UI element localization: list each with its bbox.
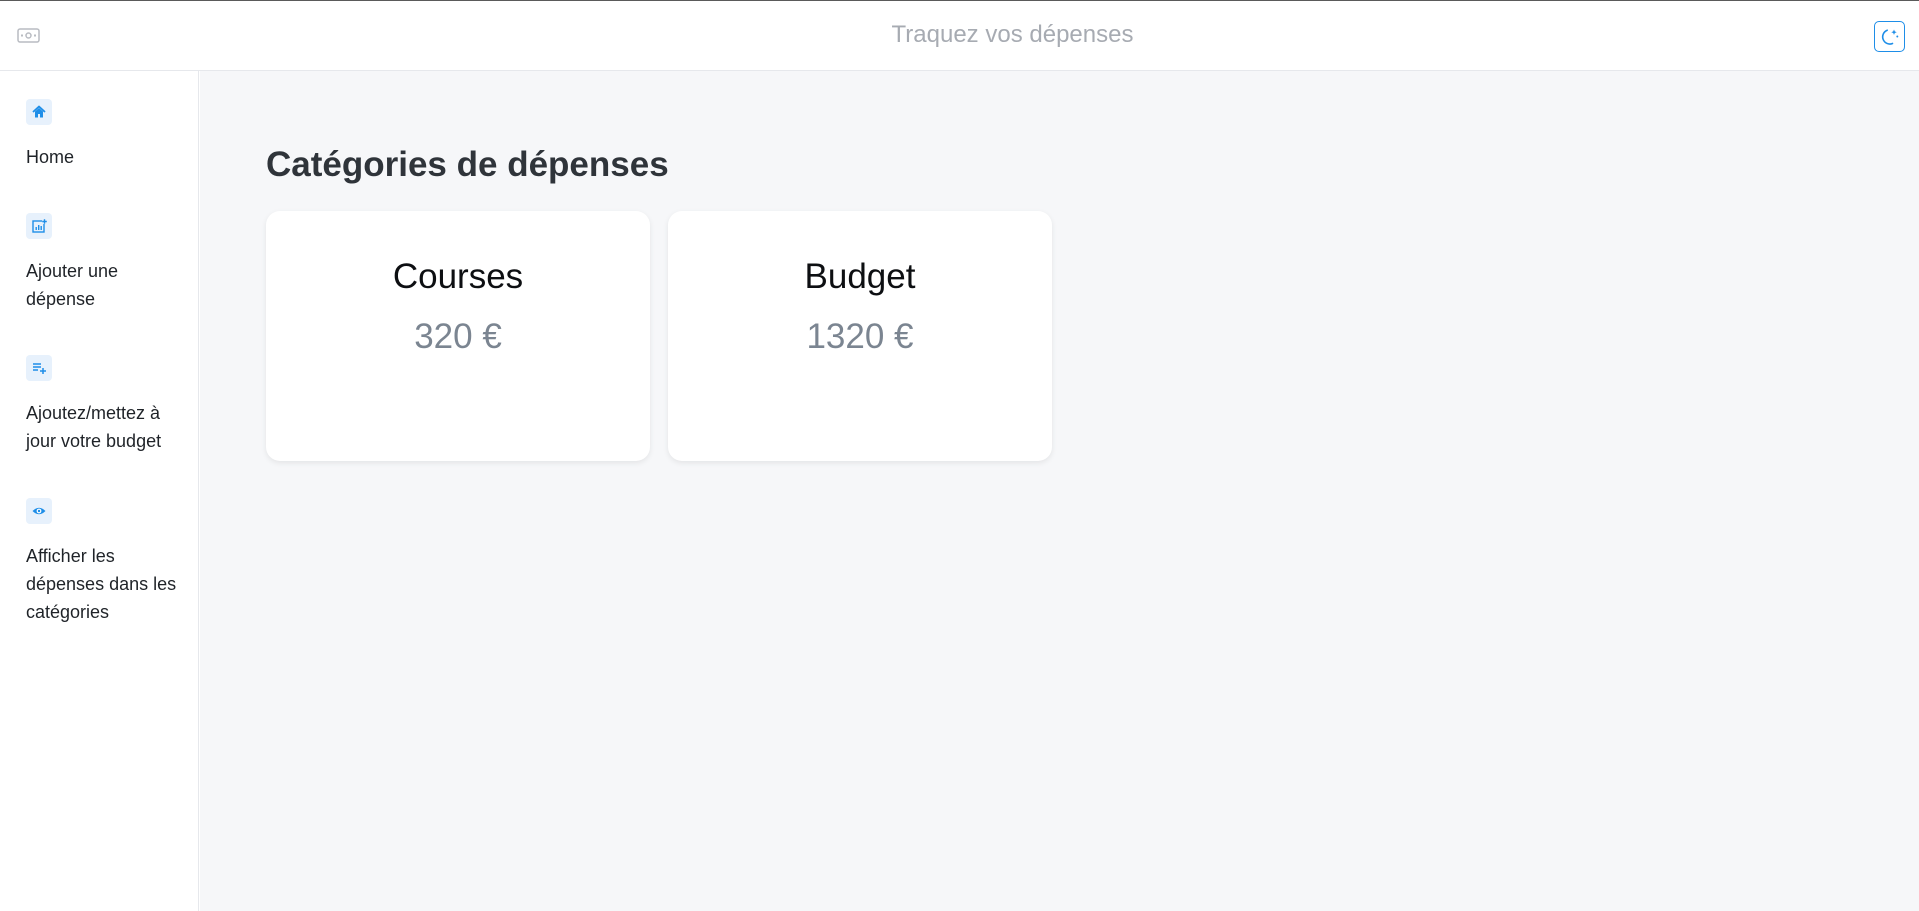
moon-stars-icon (1881, 28, 1898, 45)
main-content: Catégories de dépenses Courses 320 € Bud… (200, 71, 1919, 911)
sidebar-item-home[interactable]: Home (26, 99, 186, 171)
chart-add-icon (32, 219, 47, 233)
sidebar-item-label: Ajoutez/mettez à jour votre budget (26, 403, 162, 451)
card-title: Budget (804, 257, 916, 296)
category-card-courses[interactable]: Courses 320 € (266, 211, 650, 461)
card-title: Courses (392, 257, 524, 296)
sidebar-item-label: Home (26, 147, 75, 167)
home-icon (32, 105, 46, 118)
top-bar: Traquez vos dépenses (0, 0, 1919, 71)
sidebar-item-view-categories[interactable]: Afficher les dépenses dans les catégorie… (26, 498, 186, 626)
app-title: Traquez vos dépenses (891, 21, 1134, 48)
category-card-budget[interactable]: Budget 1320 € (668, 211, 1052, 461)
page-title: Catégories de dépenses (266, 145, 669, 184)
sidebar-item-budget[interactable]: Ajoutez/mettez à jour votre budget (26, 355, 186, 455)
sidebar-item-label: Ajouter une dépense (26, 261, 119, 309)
chart-add-icon-wrap (26, 213, 52, 239)
sidebar: Home Ajouter une dépense Ajoutez/mettez … (0, 71, 199, 911)
sidebar-item-label: Afficher les dépenses dans les catégorie… (26, 546, 177, 622)
theme-toggle-button[interactable] (1874, 21, 1905, 52)
card-value: 1320 € (806, 317, 914, 356)
playlist-add-icon-wrap (26, 355, 52, 381)
home-icon-wrap (26, 99, 52, 125)
eye-icon-wrap (26, 498, 52, 524)
eye-icon (32, 507, 46, 515)
playlist-add-icon (33, 363, 46, 374)
sidebar-item-add-expense[interactable]: Ajouter une dépense (26, 213, 186, 313)
card-value: 320 € (414, 317, 502, 356)
